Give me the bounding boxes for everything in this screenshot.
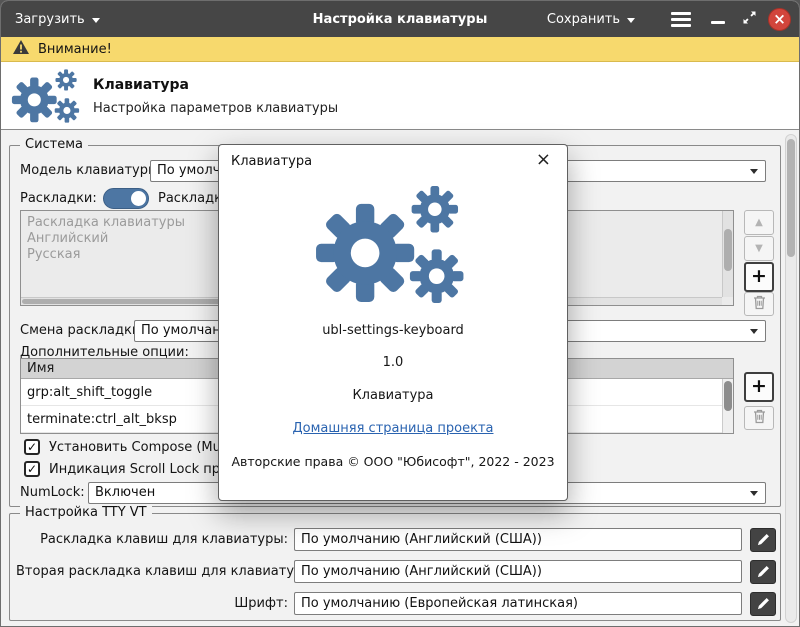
arrow-up-icon: ▲ <box>755 217 763 228</box>
app-logo-gears-icon <box>314 183 472 312</box>
expand-button[interactable] <box>742 1 757 37</box>
options-table-vscrollbar[interactable] <box>722 379 733 433</box>
tty-font-field[interactable]: По умолчанию (Европейская латинская) <box>294 592 742 615</box>
app-name: ubl-settings-keyboard <box>219 323 567 338</box>
layouts-list-vscrollbar[interactable] <box>722 211 733 297</box>
plus-icon: + <box>751 377 767 396</box>
copyright-text: Авторские права © ООО "Юбисофт", 2022 - … <box>219 454 567 469</box>
hamburger-icon <box>671 12 691 27</box>
save-button-label: Сохранить <box>547 12 620 27</box>
tty-layout-edit-button[interactable] <box>750 528 776 552</box>
tty-layout2-field[interactable]: По умолчанию (Английский (США)) <box>294 560 742 583</box>
load-button[interactable]: Загрузить <box>15 1 100 37</box>
warning-bar: Внимание! <box>1 37 799 62</box>
pencil-icon <box>757 531 770 550</box>
app-version: 1.0 <box>219 355 567 370</box>
main-scrollbar-thumb[interactable] <box>787 139 795 257</box>
toggle-knob <box>131 191 146 206</box>
pencil-icon <box>757 595 770 614</box>
load-button-label: Загрузить <box>15 12 85 27</box>
tty-layout-label: Раскладка клавиш для клавиатуры: <box>16 528 288 551</box>
close-icon: × <box>768 8 791 31</box>
caret-down-icon <box>92 18 100 23</box>
tty-layout2-edit-button[interactable] <box>750 560 776 584</box>
scrollbar-thumb[interactable] <box>724 229 732 271</box>
numlock-label: NumLock: <box>20 482 85 504</box>
page-header: Клавиатура Настройка параметров клавиату… <box>1 62 799 130</box>
page-subtitle: Настройка параметров клавиатуры <box>93 101 338 116</box>
tty-font-edit-button[interactable] <box>750 592 776 616</box>
arrow-down-icon: ▼ <box>755 243 763 254</box>
delete-option-button[interactable] <box>744 406 774 430</box>
keyboard-model-label: Модель клавиатуры: <box>20 160 163 182</box>
about-dialog: Клавиатура × ubl-settings-keyboard 1.0 К… <box>218 144 568 501</box>
caret-down-icon <box>750 169 758 174</box>
trash-icon <box>753 295 766 314</box>
expand-icon <box>742 10 757 29</box>
tty-layout-field[interactable]: По умолчанию (Английский (США)) <box>294 528 742 551</box>
add-option-button[interactable]: + <box>744 372 774 402</box>
add-layout-button[interactable]: + <box>744 262 774 292</box>
page-title: Клавиатура <box>93 77 189 93</box>
tty-group: Настройка TTY VT Раскладка клавиш для кл… <box>9 513 781 621</box>
app-window: Загрузить Настройка клавиатуры Сохранить… <box>0 0 800 627</box>
dialog-close-button[interactable]: × <box>532 149 555 171</box>
scrollbar-thumb[interactable] <box>724 381 732 411</box>
menu-button[interactable] <box>671 1 691 37</box>
tty-font-label: Шрифт: <box>16 592 288 615</box>
main-scrollbar[interactable] <box>785 134 797 623</box>
minimize-button[interactable] <box>711 1 725 37</box>
pencil-icon <box>757 563 770 582</box>
scrolllock-checkbox[interactable]: ✓ <box>24 461 40 477</box>
warning-text: Внимание! <box>38 42 112 57</box>
layouts-label: Раскладки: <box>20 188 97 210</box>
check-icon: ✓ <box>27 463 37 475</box>
titlebar: Загрузить Настройка клавиатуры Сохранить… <box>1 1 799 37</box>
move-layout-up-button[interactable]: ▲ <box>744 210 774 235</box>
move-layout-down-button[interactable]: ▼ <box>744 236 774 261</box>
default-layout-toggle[interactable] <box>103 188 149 209</box>
dialog-title: Клавиатура <box>231 154 312 169</box>
caret-down-icon <box>750 491 758 496</box>
app-description: Клавиатура <box>219 388 567 403</box>
delete-layout-button[interactable] <box>744 292 774 316</box>
system-group-legend: Система <box>20 137 88 152</box>
plus-icon: + <box>751 267 767 286</box>
compose-checkbox[interactable]: ✓ <box>24 439 40 455</box>
warning-icon <box>12 39 30 59</box>
check-icon: ✓ <box>27 441 37 453</box>
caret-down-icon <box>627 18 635 23</box>
minimize-icon <box>711 21 725 24</box>
trash-icon <box>753 409 766 428</box>
keyboard-gears-icon <box>11 68 83 129</box>
caret-down-icon <box>750 329 758 334</box>
tty-layout2-label: Вторая раскладка клавиш для клавиатуры: <box>16 560 288 583</box>
close-window-button[interactable]: × <box>768 1 791 37</box>
save-button[interactable]: Сохранить <box>547 1 635 37</box>
homepage-link[interactable]: Домашняя страница проекта <box>293 421 494 436</box>
layout-switch-label: Смена раскладки: <box>20 320 145 342</box>
tty-group-legend: Настройка TTY VT <box>20 505 152 520</box>
